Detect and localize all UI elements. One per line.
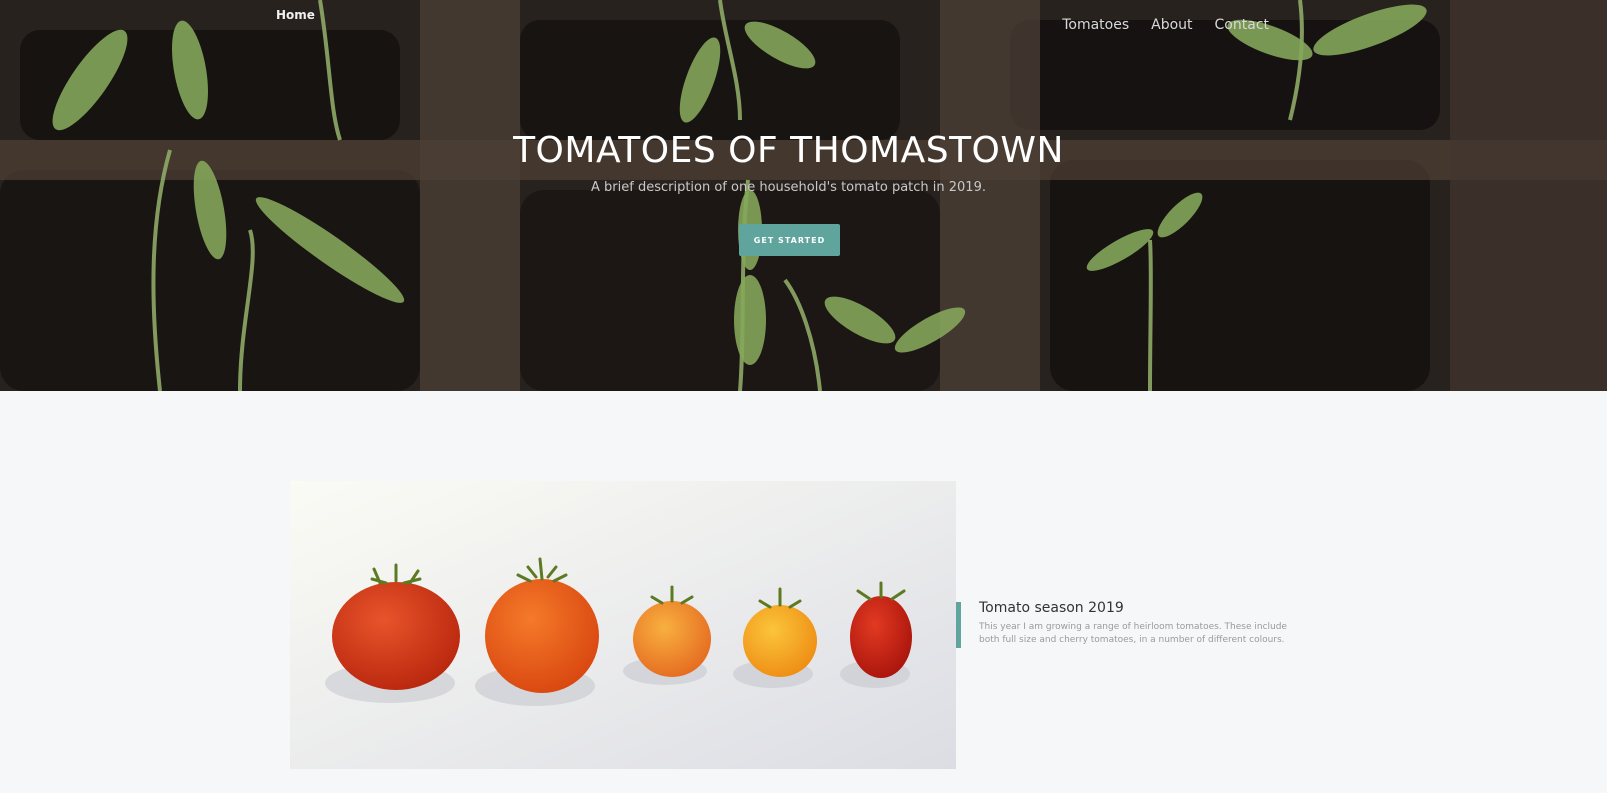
nav-link-contact[interactable]: Contact xyxy=(1215,17,1269,33)
hero-subtitle: A brief description of one household's t… xyxy=(591,180,986,195)
feature-description: This year I am growing a range of heirlo… xyxy=(979,622,1287,645)
top-nav: Tomatoes About Contact xyxy=(1062,17,1269,33)
hero-banner: Home Tomatoes About Contact TOMATOES OF … xyxy=(0,0,1607,391)
nav-link-about[interactable]: About xyxy=(1151,17,1192,33)
tomatoes-photo xyxy=(290,481,956,769)
hero-title: TOMATOES OF THOMASTOWN xyxy=(513,130,1064,171)
nav-home-link[interactable]: Home xyxy=(276,8,315,22)
get-started-button[interactable]: GET STARTED xyxy=(739,224,840,256)
nav-link-tomatoes[interactable]: Tomatoes xyxy=(1062,17,1129,33)
feature-title: Tomato season 2019 xyxy=(979,600,1124,616)
seedling-background-image xyxy=(0,0,1607,391)
feature-accent-bar xyxy=(956,602,961,648)
